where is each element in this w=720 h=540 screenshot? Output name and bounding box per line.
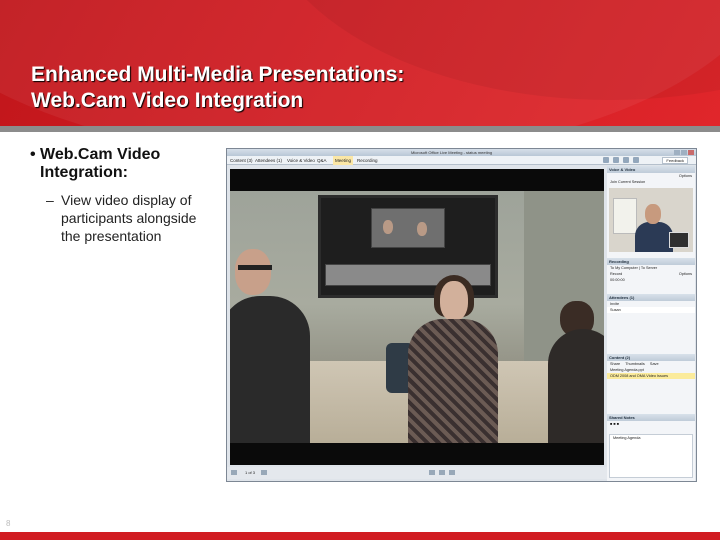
content-section: Content (2) Share Thumbnails Save Meetin… xyxy=(607,354,695,412)
live-meeting-window: Microsoft Office Live Meeting - status m… xyxy=(226,148,697,482)
stage-status-bar: 1 of 3 xyxy=(227,467,607,479)
content-share-button[interactable]: Share xyxy=(610,362,620,366)
menu-attendees[interactable]: Attendees (1) xyxy=(255,156,282,165)
webcam-self-view xyxy=(669,232,689,248)
recording-header: Recording xyxy=(607,258,695,265)
tab-to-server[interactable]: To Server xyxy=(641,266,657,270)
join-session-button[interactable]: Join Current Session xyxy=(607,179,695,185)
shared-notes-header: Shared Notes xyxy=(607,414,695,421)
notes-icon[interactable] xyxy=(633,157,639,163)
attendees-header: Attendees (1) xyxy=(607,294,695,301)
underline-icon[interactable]: ■ xyxy=(617,422,619,426)
meeting-room-video xyxy=(230,191,604,443)
recording-options[interactable]: Options xyxy=(679,271,695,277)
tab-to-my-computer[interactable]: To My Computer xyxy=(610,266,638,270)
maximize-icon[interactable] xyxy=(681,150,687,155)
room-display-screen xyxy=(318,195,498,298)
window-titlebar: Microsoft Office Live Meeting - status m… xyxy=(227,149,696,156)
previous-slide-icon[interactable] xyxy=(231,470,237,475)
tool-icon[interactable] xyxy=(439,470,445,475)
display-participant xyxy=(417,222,427,236)
bullet-marker: • xyxy=(30,146,36,163)
bullet-sub-text: View video display of participants along… xyxy=(61,192,197,244)
shared-notes-section: Shared Notes ■ ■ ■ Meeting Agenda xyxy=(607,414,695,480)
bullet-main: • Web.Cam Video Integration: xyxy=(30,146,215,182)
shared-notes-toolbar: ■ ■ ■ xyxy=(607,421,695,427)
main-video-stage xyxy=(230,169,604,465)
close-icon[interactable] xyxy=(688,150,694,155)
side-panel: Voice & Video Options Join Current Sessi… xyxy=(607,166,695,481)
shared-notes-text: Meeting Agenda xyxy=(613,436,641,440)
slide-header: Enhanced Multi-Media Presentations: Web.… xyxy=(0,0,720,126)
slide-footer-bar xyxy=(0,532,720,540)
webcam-presenter-head xyxy=(645,204,661,224)
participant-center-head xyxy=(440,281,468,321)
slide-title: Enhanced Multi-Media Presentations: Web.… xyxy=(31,62,404,114)
recording-section: Recording To My Computer | To Server Rec… xyxy=(607,258,695,292)
webcam-video-feed xyxy=(609,188,693,252)
page-number: 8 xyxy=(6,519,11,528)
participant-left-head xyxy=(235,249,271,295)
audio-icon[interactable] xyxy=(613,157,619,163)
bullet-sub: – View video display of participants alo… xyxy=(46,191,211,245)
participant-left-glasses xyxy=(238,265,272,270)
italic-icon[interactable]: ■ xyxy=(613,422,615,426)
tool-icon[interactable] xyxy=(429,470,435,475)
attendee-row[interactable]: Susan xyxy=(607,307,695,313)
content-item-selected[interactable]: ODM 2008 and OMA Video Issues xyxy=(607,373,695,379)
participant-center xyxy=(408,319,498,443)
voice-video-section: Voice & Video Options Join Current Sessi… xyxy=(607,166,695,256)
bold-icon[interactable]: ■ xyxy=(610,422,612,426)
participant-left xyxy=(230,296,310,443)
feedback-button[interactable]: Feedback xyxy=(662,157,688,164)
slide-title-line-1: Enhanced Multi-Media Presentations: xyxy=(31,63,405,86)
webcam-presenter-body xyxy=(635,222,673,252)
bullet-main-text: Web.Cam Video Integration: xyxy=(40,146,161,181)
slide-title-line-2: Web.Cam Video Integration xyxy=(31,89,304,112)
people-icon[interactable] xyxy=(603,157,609,163)
video-icon[interactable] xyxy=(623,157,629,163)
record-button[interactable]: Record xyxy=(610,272,622,276)
header-divider-band xyxy=(0,126,720,132)
meeting-menubar: Content (3) Attendees (1) Voice & Video … xyxy=(227,156,696,165)
menu-qa[interactable]: Q&A xyxy=(317,156,327,165)
menu-recording[interactable]: Recording xyxy=(357,156,378,165)
tool-icon[interactable] xyxy=(449,470,455,475)
participant-right xyxy=(548,329,604,443)
next-slide-icon[interactable] xyxy=(261,470,267,475)
menu-voice-video[interactable]: Voice & Video xyxy=(287,156,315,165)
menu-content[interactable]: Content (3) xyxy=(230,156,253,165)
content-header: Content (2) xyxy=(607,354,695,361)
menu-meeting[interactable]: Meeting xyxy=(333,156,354,165)
page-indicator: 1 of 3 xyxy=(245,470,256,475)
content-save-button[interactable]: Save xyxy=(646,362,659,366)
minimize-icon[interactable] xyxy=(674,150,680,155)
recording-timer: 00:00:00 xyxy=(610,278,625,282)
voice-video-header: Voice & Video xyxy=(607,166,695,173)
sub-bullet-marker: – xyxy=(46,192,54,208)
attendees-section: Attendees (1) Invite Susan xyxy=(607,294,695,352)
display-participant xyxy=(383,220,393,234)
content-thumbnails-button[interactable]: Thumbnails xyxy=(621,362,645,366)
shared-notes-editor[interactable]: Meeting Agenda xyxy=(609,434,693,478)
window-title: Microsoft Office Live Meeting - status m… xyxy=(411,150,493,155)
webcam-whiteboard xyxy=(613,198,637,234)
